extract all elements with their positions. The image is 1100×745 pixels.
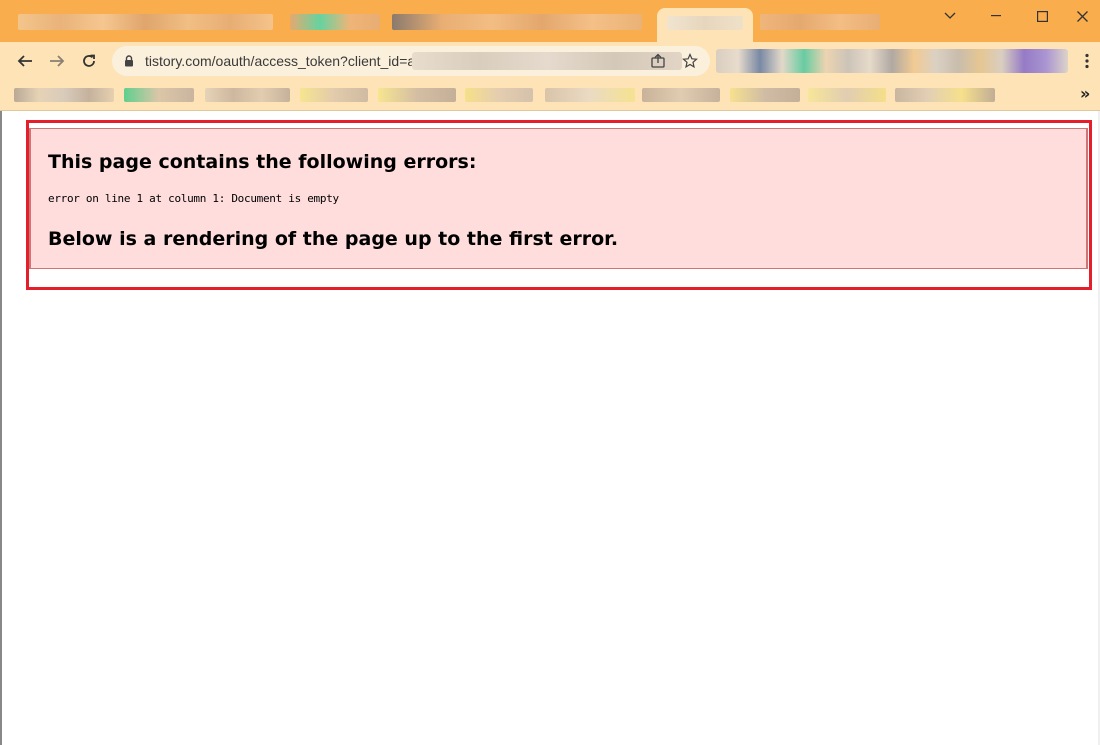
more-vert-icon	[1085, 53, 1089, 69]
tab-search-button[interactable]	[927, 3, 973, 29]
bookmark-item[interactable]	[808, 88, 886, 102]
bookmark-item[interactable]	[642, 88, 720, 102]
close-icon	[1077, 10, 1088, 22]
bookmark-item[interactable]	[378, 88, 456, 102]
bookmark-item[interactable]	[124, 88, 194, 102]
close-button[interactable]	[1065, 3, 1100, 29]
tab-5[interactable]	[760, 14, 880, 30]
active-tab[interactable]	[657, 8, 753, 42]
lock-icon	[125, 55, 133, 67]
tab-strip	[0, 0, 1100, 42]
minimize-icon	[991, 15, 1001, 17]
minimize-button[interactable]	[973, 3, 1019, 29]
tab-3[interactable]	[392, 14, 642, 30]
star-icon[interactable]	[682, 53, 698, 69]
maximize-button[interactable]	[1019, 3, 1065, 29]
url-redacted	[412, 52, 682, 70]
bookmark-item[interactable]	[205, 88, 290, 102]
share-icon[interactable]	[650, 53, 666, 69]
forward-button[interactable]	[42, 46, 72, 76]
back-arrow-icon	[17, 55, 32, 67]
reload-button[interactable]	[74, 46, 104, 76]
tab-2[interactable]	[290, 14, 380, 30]
bookmark-item[interactable]	[465, 88, 533, 102]
bookmark-item[interactable]	[14, 88, 114, 102]
address-bar[interactable]: tistory.com/oauth/access_token?client_id…	[112, 46, 710, 76]
bookmarks-bar: »	[0, 80, 1100, 111]
page-content: This page contains the following errors:…	[0, 111, 1100, 745]
browser-toolbar: tistory.com/oauth/access_token?client_id…	[0, 42, 1100, 80]
bookmarks-overflow-button[interactable]: »	[1080, 84, 1090, 103]
maximize-icon	[1036, 10, 1048, 22]
back-button[interactable]	[10, 46, 40, 76]
highlight-box	[26, 120, 1092, 290]
extensions-area[interactable]	[716, 49, 1068, 73]
tab-1[interactable]	[18, 14, 273, 30]
bookmark-item[interactable]	[730, 88, 800, 102]
forward-arrow-icon	[50, 55, 65, 67]
bookmark-item[interactable]	[545, 88, 635, 102]
bookmark-item[interactable]	[300, 88, 368, 102]
chevron-down-icon	[944, 12, 956, 19]
reload-icon	[83, 54, 95, 67]
menu-button[interactable]	[1074, 46, 1100, 76]
bookmark-item[interactable]	[895, 88, 995, 102]
url-text: tistory.com/oauth/access_token?client_id…	[145, 53, 416, 69]
